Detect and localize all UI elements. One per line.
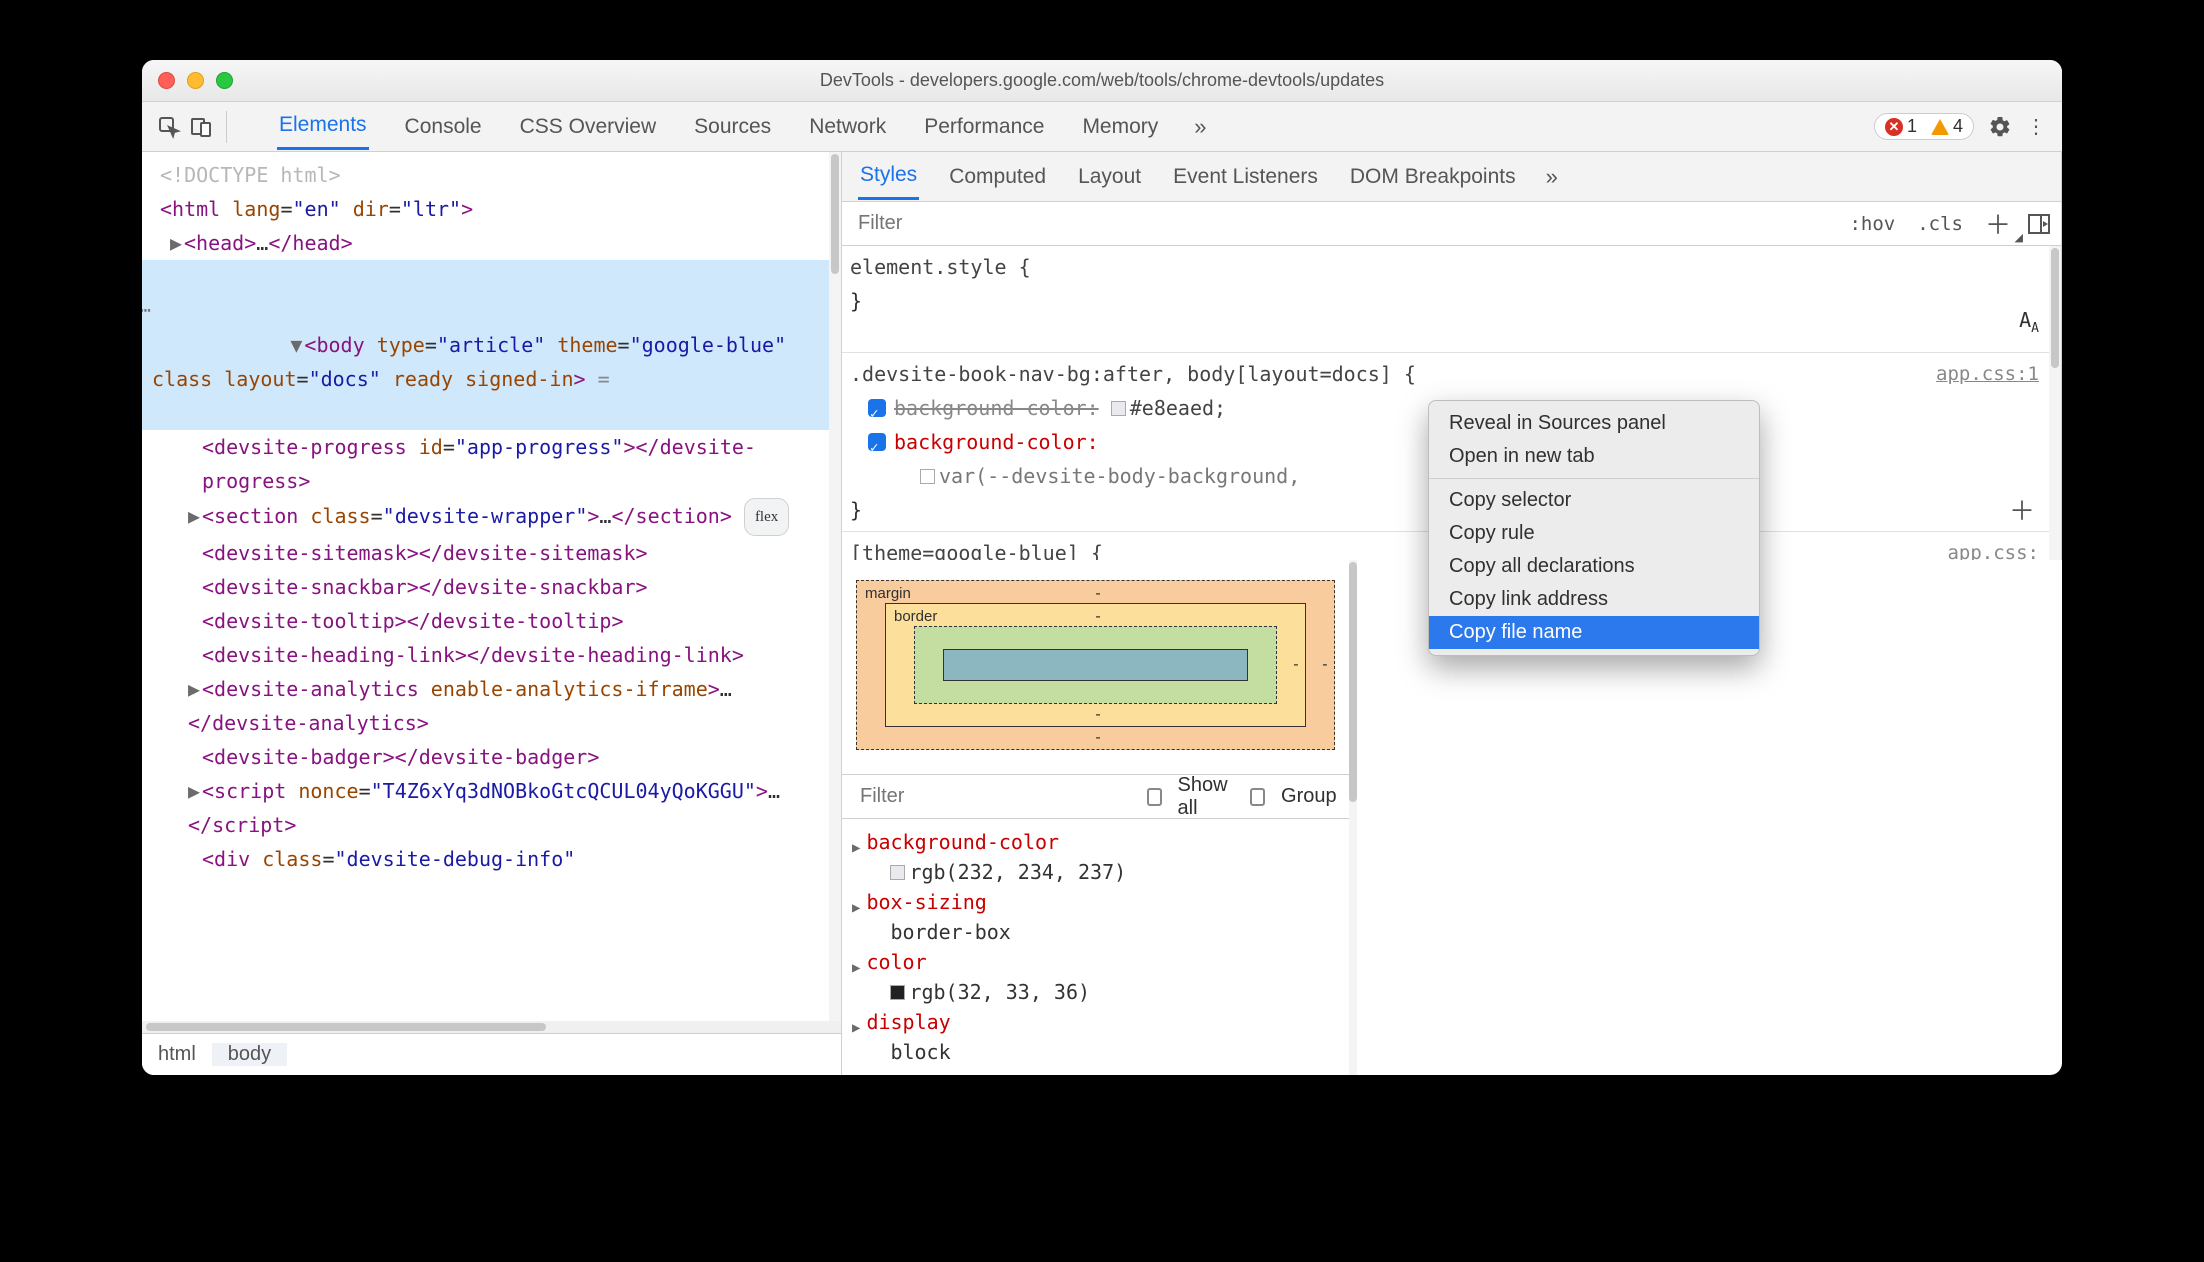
tab-performance[interactable]: Performance <box>922 105 1046 149</box>
rule-selector: [theme=google-blue] { <box>850 541 1103 560</box>
elements-panel: <!DOCTYPE html> <html lang="en" dir="ltr… <box>142 152 842 1075</box>
color-swatch[interactable] <box>1111 401 1126 416</box>
expand-icon[interactable]: ▶ <box>852 947 860 983</box>
expand-icon[interactable]: ▶ <box>852 827 860 863</box>
error-icon: ✕ <box>1885 118 1903 136</box>
subtab-computed[interactable]: Computed <box>947 155 1048 199</box>
titlebar: DevTools - developers.google.com/web/too… <box>142 60 2062 102</box>
breadcrumb-body[interactable]: body <box>212 1043 287 1066</box>
menu-copy-all-declarations[interactable]: Copy all declarations <box>1429 550 1759 583</box>
menu-open-new-tab[interactable]: Open in new tab <box>1429 440 1759 473</box>
settings-icon[interactable] <box>1988 115 2012 139</box>
right-panel: margin - border - - - - - <box>842 560 1337 1075</box>
close-icon[interactable] <box>158 72 175 89</box>
vscroll-elements[interactable] <box>829 152 841 1021</box>
expand-icon[interactable]: ▶ <box>852 1007 860 1043</box>
tab-console[interactable]: Console <box>403 105 484 149</box>
menu-copy-selector[interactable]: Copy selector <box>1429 484 1759 517</box>
breadcrumb: html body <box>142 1033 841 1075</box>
tab-network[interactable]: Network <box>807 105 888 149</box>
showall-label: Show all <box>1178 774 1235 820</box>
styles-subtabs: Styles Computed Layout Event Listeners D… <box>842 152 2061 202</box>
showall-checkbox[interactable] <box>1147 788 1162 806</box>
error-count: 1 <box>1907 116 1917 137</box>
error-count-pill[interactable]: ✕ 1 4 <box>1874 113 1974 140</box>
main-tabs: Elements Console CSS Overview Sources Ne… <box>277 103 1207 150</box>
minimize-icon[interactable] <box>187 72 204 89</box>
devtools-window: DevTools - developers.google.com/web/too… <box>142 60 2062 1075</box>
menu-separator <box>1429 478 1759 479</box>
menu-copy-link-address[interactable]: Copy link address <box>1429 583 1759 616</box>
maximize-icon[interactable] <box>216 72 233 89</box>
vscroll-styles[interactable] <box>2049 246 2061 560</box>
tab-css-overview[interactable]: CSS Overview <box>518 105 659 149</box>
breadcrumb-html[interactable]: html <box>142 1043 212 1066</box>
group-checkbox[interactable] <box>1250 788 1265 806</box>
tab-elements[interactable]: Elements <box>277 103 369 150</box>
tab-sources[interactable]: Sources <box>692 105 773 149</box>
color-swatch[interactable] <box>920 469 935 484</box>
group-label: Group <box>1281 785 1337 808</box>
subtabs-more-icon[interactable]: » <box>1546 164 1558 190</box>
computed-filter-input[interactable] <box>854 781 1131 812</box>
source-link[interactable]: app.css:1 <box>1936 357 2039 391</box>
subtab-dom-breakpoints[interactable]: DOM Breakpoints <box>1348 155 1518 199</box>
styles-filter-input[interactable] <box>852 208 1833 239</box>
box-model[interactable]: margin - border - - - - - <box>842 560 1349 775</box>
dom-tree[interactable]: <!DOCTYPE html> <html lang="en" dir="ltr… <box>142 152 829 1021</box>
toggle-checkbox[interactable] <box>868 399 886 417</box>
font-editor-icon[interactable]: AA <box>2019 303 2039 346</box>
doctype: <!DOCTYPE html> <box>160 163 341 187</box>
warning-count: 4 <box>1953 116 1963 137</box>
styles-toolbar: :hov .cls ＋◢ <box>842 202 2061 246</box>
boxmodel-margin-label: margin <box>865 585 911 602</box>
device-toggle-icon[interactable] <box>188 114 214 140</box>
tab-memory[interactable]: Memory <box>1080 105 1160 149</box>
warning-icon <box>1931 119 1949 135</box>
computed-filter-row: Show all Group <box>842 775 1349 819</box>
subtab-event-listeners[interactable]: Event Listeners <box>1171 155 1320 199</box>
computed-list[interactable]: ▶background-colorrgb(232, 234, 237) ▶box… <box>842 819 1349 1075</box>
window-title: DevTools - developers.google.com/web/too… <box>156 70 2048 91</box>
more-tabs-icon[interactable]: » <box>1194 114 1206 140</box>
kebab-icon[interactable]: ⋮ <box>2026 114 2048 139</box>
selected-node[interactable]: ⋯ ▼<body type="article" theme="google-bl… <box>142 260 829 430</box>
subtab-styles[interactable]: Styles <box>858 153 919 200</box>
flex-badge[interactable]: flex <box>744 498 789 536</box>
window-controls <box>158 72 233 89</box>
vscroll-right[interactable] <box>1349 560 1357 1075</box>
main-tabstrip: Elements Console CSS Overview Sources Ne… <box>142 102 2062 152</box>
subtab-layout[interactable]: Layout <box>1076 155 1143 199</box>
hscroll-elements[interactable] <box>142 1021 841 1033</box>
context-menu: Reveal in Sources panel Open in new tab … <box>1428 400 1760 656</box>
add-prop-button[interactable]: ＋ <box>2003 495 2041 529</box>
menu-reveal-sources[interactable]: Reveal in Sources panel <box>1429 407 1759 440</box>
menu-copy-file-name[interactable]: Copy file name <box>1429 616 1759 649</box>
toggle-sidebar-icon[interactable] <box>2027 213 2051 235</box>
toggle-checkbox[interactable] <box>868 433 886 451</box>
inspect-icon[interactable] <box>156 114 182 140</box>
cls-toggle[interactable]: .cls <box>1911 213 1969 235</box>
boxmodel-border-label: border <box>894 608 937 625</box>
color-swatch[interactable] <box>890 985 905 1000</box>
color-swatch[interactable] <box>890 865 905 880</box>
rule-element-style: element.style { <box>850 255 1031 279</box>
new-rule-button[interactable]: ＋◢ <box>1979 205 2017 242</box>
ellipsis-icon: ⋯ <box>142 294 153 328</box>
expand-icon[interactable]: ▶ <box>852 887 860 923</box>
menu-copy-rule[interactable]: Copy rule <box>1429 517 1759 550</box>
source-link[interactable]: app.css: <box>1947 536 2039 560</box>
hov-toggle[interactable]: :hov <box>1843 213 1901 235</box>
rule-selector: .devsite-book-nav-bg:after, body[layout=… <box>850 362 1416 386</box>
